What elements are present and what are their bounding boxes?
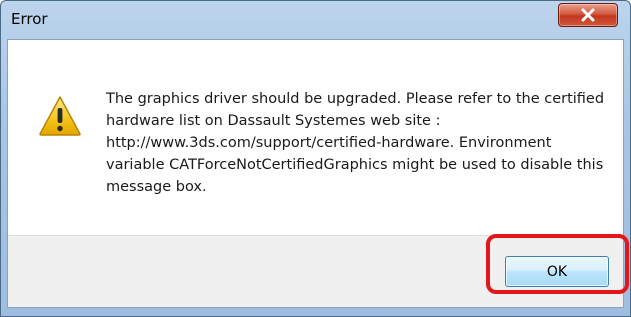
ok-button[interactable]: OK [505, 256, 609, 287]
close-icon [581, 8, 595, 22]
message-area: The graphics driver should be upgraded. … [8, 40, 623, 235]
close-button[interactable] [558, 3, 618, 27]
dialog-client-area: The graphics driver should be upgraded. … [7, 39, 624, 308]
window-title: Error [11, 10, 48, 28]
warning-icon [39, 96, 81, 136]
error-dialog-window: Error The graphics driver should be upgr… [0, 0, 631, 317]
title-bar[interactable]: Error [1, 1, 630, 39]
error-message-text: The graphics driver should be upgraded. … [106, 91, 605, 195]
button-footer: OK [8, 235, 623, 307]
